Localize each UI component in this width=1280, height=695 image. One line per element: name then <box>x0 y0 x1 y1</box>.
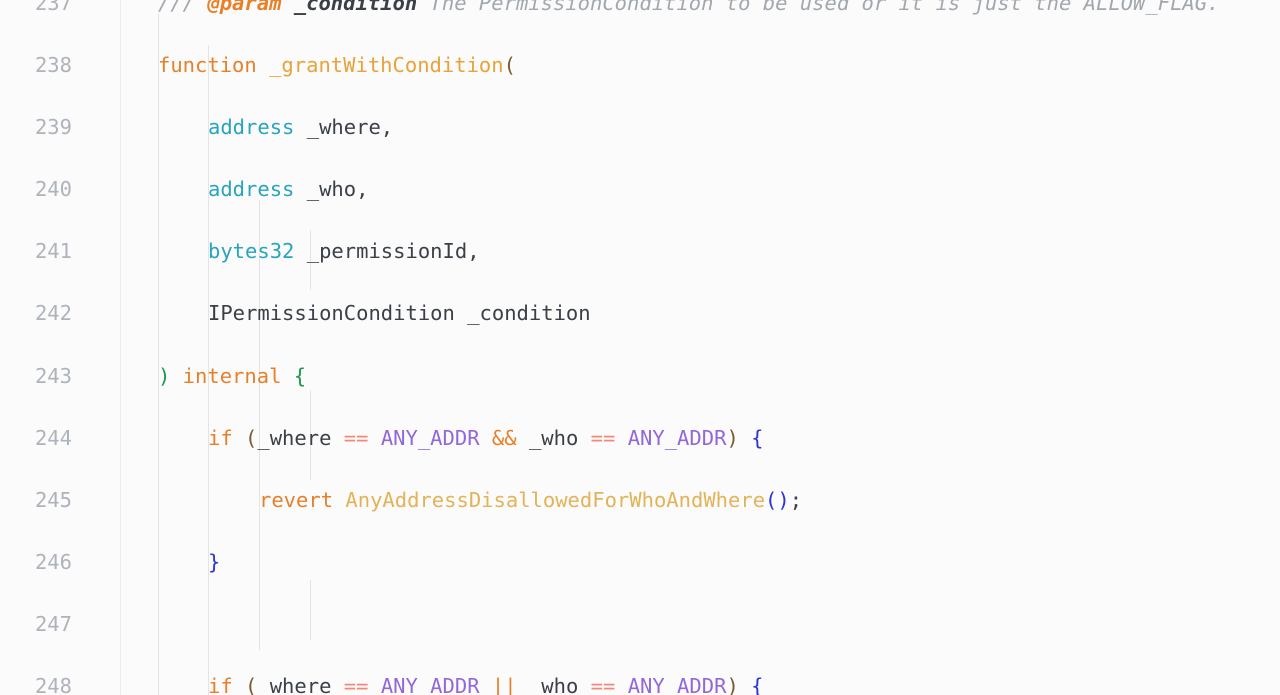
bracket: { <box>751 425 764 450</box>
code-line[interactable]: 243 ) internal { <box>0 361 1280 392</box>
code-line[interactable]: 242 IPermissionCondition _condition <box>0 298 1280 329</box>
keyword-revert: revert <box>259 487 334 512</box>
line-content[interactable]: /// @param _condition The PermissionCond… <box>158 0 1219 19</box>
line-number[interactable]: 248 <box>0 671 72 695</box>
bracket: ( <box>232 674 258 695</box>
keyword-if: if <box>208 674 233 695</box>
operator-and: && <box>479 425 529 450</box>
constant: ANY_ADDR <box>380 674 480 695</box>
code-line[interactable]: 238 function _grantWithCondition( <box>0 50 1280 81</box>
comment-token: The PermissionCondition to be used or it… <box>417 0 1220 15</box>
line-number[interactable]: 237 <box>0 0 72 19</box>
code-editor[interactable]: 237 /// @param _condition The Permission… <box>0 0 1280 695</box>
bracket: () <box>765 487 790 512</box>
line-number[interactable]: 240 <box>0 174 72 205</box>
identifier: _permissionId, <box>294 239 480 264</box>
function-name[interactable]: _grantWithCondition <box>257 53 504 77</box>
line-content[interactable]: address _where, <box>208 112 393 143</box>
code-line[interactable]: 245 revert AnyAddressDisallowedForWhoAnd… <box>0 485 1280 516</box>
code-line[interactable]: 241 bytes32 _permissionId, <box>0 236 1280 267</box>
code-line[interactable]: 239 address _where, <box>0 112 1280 143</box>
code-line[interactable]: 240 address _who, <box>0 174 1280 205</box>
operator: == <box>331 425 381 450</box>
line-content[interactable]: bytes32 _permissionId, <box>208 236 480 267</box>
identifier: _who, <box>294 177 369 202</box>
error-name[interactable]: AnyAddressDisallowedForWhoAndWhere <box>333 488 765 512</box>
constant: ANY_ADDR <box>380 425 480 450</box>
keyword-function: function <box>158 53 257 78</box>
code-line[interactable]: 237 /// @param _condition The Permission… <box>0 0 1280 19</box>
operator: == <box>331 674 381 695</box>
identifier: _where <box>257 674 332 695</box>
line-content[interactable]: revert AnyAddressDisallowedForWhoAndWher… <box>259 485 802 516</box>
line-number[interactable]: 247 <box>0 609 72 640</box>
type-token: bytes32 <box>208 239 295 264</box>
identifier: _where <box>257 425 332 450</box>
bracket: } <box>208 549 221 574</box>
keyword-if: if <box>208 425 233 450</box>
code-lines[interactable]: 237 /// @param _condition The Permission… <box>0 0 1280 695</box>
constant: ANY_ADDR <box>627 674 727 695</box>
natspec-tag: @param <box>207 0 282 15</box>
natspec-param: _condition <box>281 0 418 15</box>
operator-or: || <box>479 674 529 695</box>
line-content[interactable]: if (_where == ANY_ADDR && _who == ANY_AD… <box>208 423 763 454</box>
semicolon: ; <box>789 487 803 512</box>
identifier: _where, <box>294 115 394 140</box>
line-content[interactable]: if (_where == ANY_ADDR || _who == ANY_AD… <box>208 671 763 695</box>
line-content[interactable]: address _who, <box>208 174 368 205</box>
line-number[interactable]: 243 <box>0 361 72 392</box>
code-line[interactable]: 244 if (_where == ANY_ADDR && _who == AN… <box>0 423 1280 454</box>
line-content[interactable]: } <box>208 547 220 578</box>
bracket: ( <box>232 425 258 450</box>
operator: == <box>578 674 628 695</box>
code-line[interactable]: 248 if (_where == ANY_ADDR || _who == AN… <box>0 671 1280 695</box>
bracket: { <box>751 674 764 695</box>
line-number[interactable]: 245 <box>0 485 72 516</box>
type-token: address <box>208 115 295 140</box>
line-content[interactable]: ) internal { <box>158 361 306 392</box>
operator: == <box>578 425 628 450</box>
line-content[interactable]: IPermissionCondition _condition <box>208 298 591 329</box>
line-number[interactable]: 244 <box>0 423 72 454</box>
line-number[interactable]: 246 <box>0 547 72 578</box>
identifier: _who <box>528 674 579 695</box>
line-number[interactable]: 241 <box>0 236 72 267</box>
line-number[interactable]: 239 <box>0 112 72 143</box>
constant: ANY_ADDR <box>627 425 727 450</box>
bracket: ) <box>726 425 752 450</box>
code-line[interactable]: 246 } <box>0 547 1280 578</box>
bracket: ) <box>158 363 171 388</box>
bracket: { <box>293 363 307 388</box>
keyword-internal: internal <box>170 363 294 388</box>
comment-token: /// <box>158 0 208 15</box>
identifier: IPermissionCondition _condition <box>208 301 591 326</box>
line-content[interactable]: function _grantWithCondition( <box>158 50 516 81</box>
line-number[interactable]: 238 <box>0 50 72 81</box>
bracket: ( <box>503 53 516 78</box>
code-line[interactable]: 247 <box>0 609 1280 640</box>
bracket: ) <box>726 674 752 695</box>
line-number[interactable]: 242 <box>0 298 72 329</box>
type-token: address <box>208 177 295 202</box>
identifier: _who <box>528 425 579 450</box>
